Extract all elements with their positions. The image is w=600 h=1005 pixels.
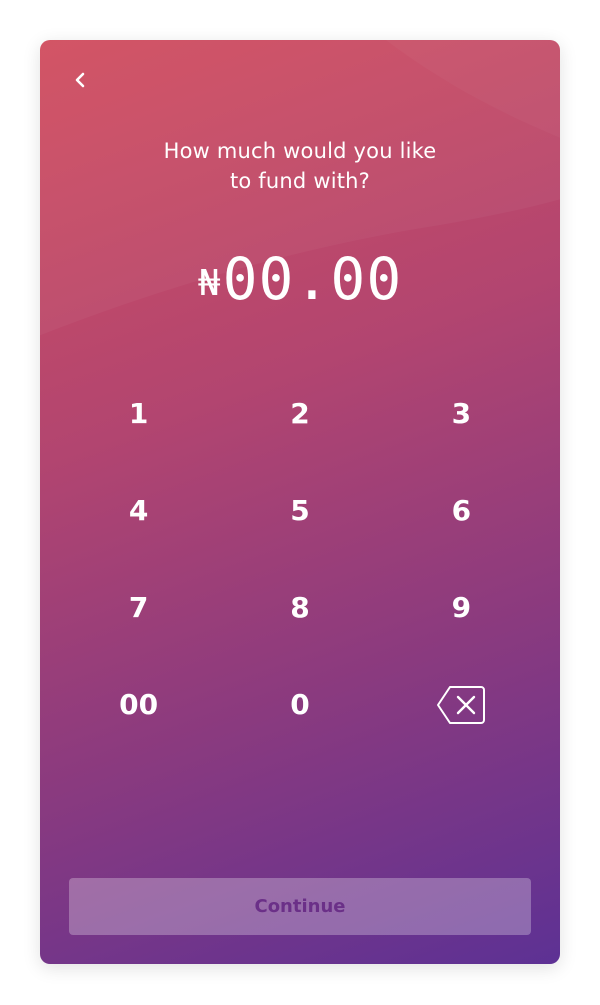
numeric-keypad: 1 2 3 4 5 6 7 8 9 00 0	[58, 365, 542, 753]
key-1[interactable]: 1	[58, 365, 219, 462]
key-6[interactable]: 6	[381, 462, 542, 559]
prompt-line-2: to fund with?	[229, 169, 371, 193]
prompt-line-1: How much would you like	[163, 139, 437, 163]
back-button[interactable]	[66, 66, 94, 94]
key-3[interactable]: 3	[381, 365, 542, 462]
amount-display: ₦00.00	[40, 245, 560, 313]
chevron-left-icon	[75, 72, 85, 88]
amount-prompt: How much would you like to fund with?	[40, 136, 560, 196]
key-9[interactable]: 9	[381, 559, 542, 656]
key-5[interactable]: 5	[219, 462, 380, 559]
currency-symbol: ₦	[197, 263, 221, 304]
backspace-button[interactable]	[381, 656, 542, 753]
key-00[interactable]: 00	[58, 656, 219, 753]
key-7[interactable]: 7	[58, 559, 219, 656]
fund-amount-card: How much would you like to fund with? ₦0…	[40, 40, 560, 964]
key-8[interactable]: 8	[219, 559, 380, 656]
backspace-icon	[437, 685, 486, 724]
key-2[interactable]: 2	[219, 365, 380, 462]
continue-button[interactable]: Continue	[69, 878, 531, 935]
amount-value: 00.00	[222, 245, 403, 313]
key-0[interactable]: 0	[219, 656, 380, 753]
key-4[interactable]: 4	[58, 462, 219, 559]
